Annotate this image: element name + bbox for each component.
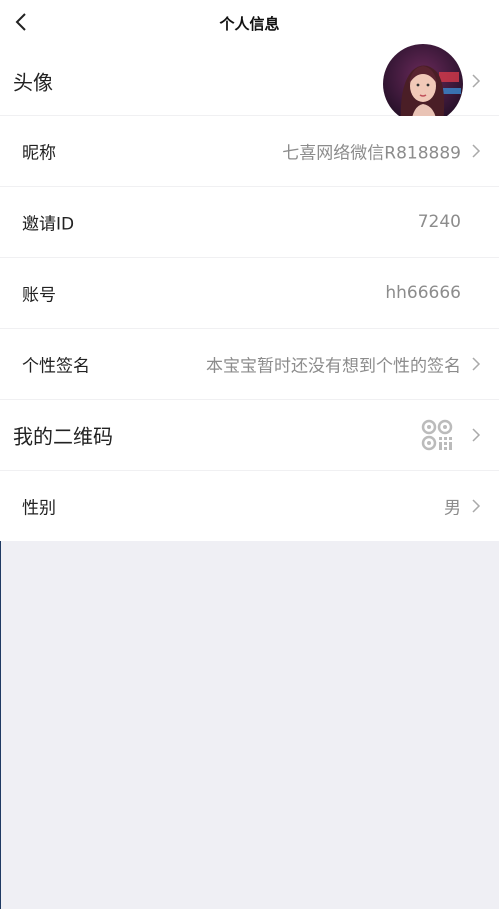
- qrcode-icon: [421, 419, 453, 451]
- chevron-right-icon: [472, 499, 481, 513]
- row-signature[interactable]: 个性签名 本宝宝暂时还没有想到个性的签名: [0, 329, 499, 400]
- row-label: 昵称: [22, 143, 56, 164]
- row-invite-id: 邀请ID 7240: [0, 187, 499, 258]
- chevron-right-icon: [472, 73, 481, 88]
- row-nickname[interactable]: 昵称 七喜网络微信R818889: [0, 116, 499, 187]
- row-gender[interactable]: 性别 男: [0, 471, 499, 541]
- nav-bar: 个人信息: [0, 0, 499, 46]
- account-value: hh66666: [385, 283, 461, 303]
- avatar[interactable]: [383, 44, 463, 124]
- row-avatar[interactable]: 头像: [0, 44, 499, 124]
- row-label: 个性签名: [22, 356, 90, 377]
- row-qrcode[interactable]: 我的二维码: [0, 400, 499, 471]
- row-label: 我的二维码: [13, 424, 113, 449]
- row-label: 性别: [22, 498, 56, 519]
- chevron-right-icon: [472, 428, 481, 442]
- invite-id-value: 7240: [417, 212, 461, 232]
- signature-value: 本宝宝暂时还没有想到个性的签名: [206, 356, 461, 377]
- page-title: 个人信息: [219, 15, 280, 33]
- nickname-value: 七喜网络微信R818889: [282, 143, 461, 164]
- row-label: 账号: [22, 285, 56, 306]
- avatar-image: [383, 44, 463, 124]
- row-label: 头像: [13, 70, 53, 94]
- chevron-right-icon: [472, 357, 481, 371]
- row-label: 邀请ID: [22, 214, 75, 235]
- profile-list: 头像 昵称 七喜网络微信R818889 邀请ID 7240 账号 hh66666…: [0, 44, 499, 541]
- chevron-right-icon: [472, 144, 481, 158]
- row-account: 账号 hh66666: [0, 258, 499, 329]
- gender-value: 男: [444, 498, 461, 519]
